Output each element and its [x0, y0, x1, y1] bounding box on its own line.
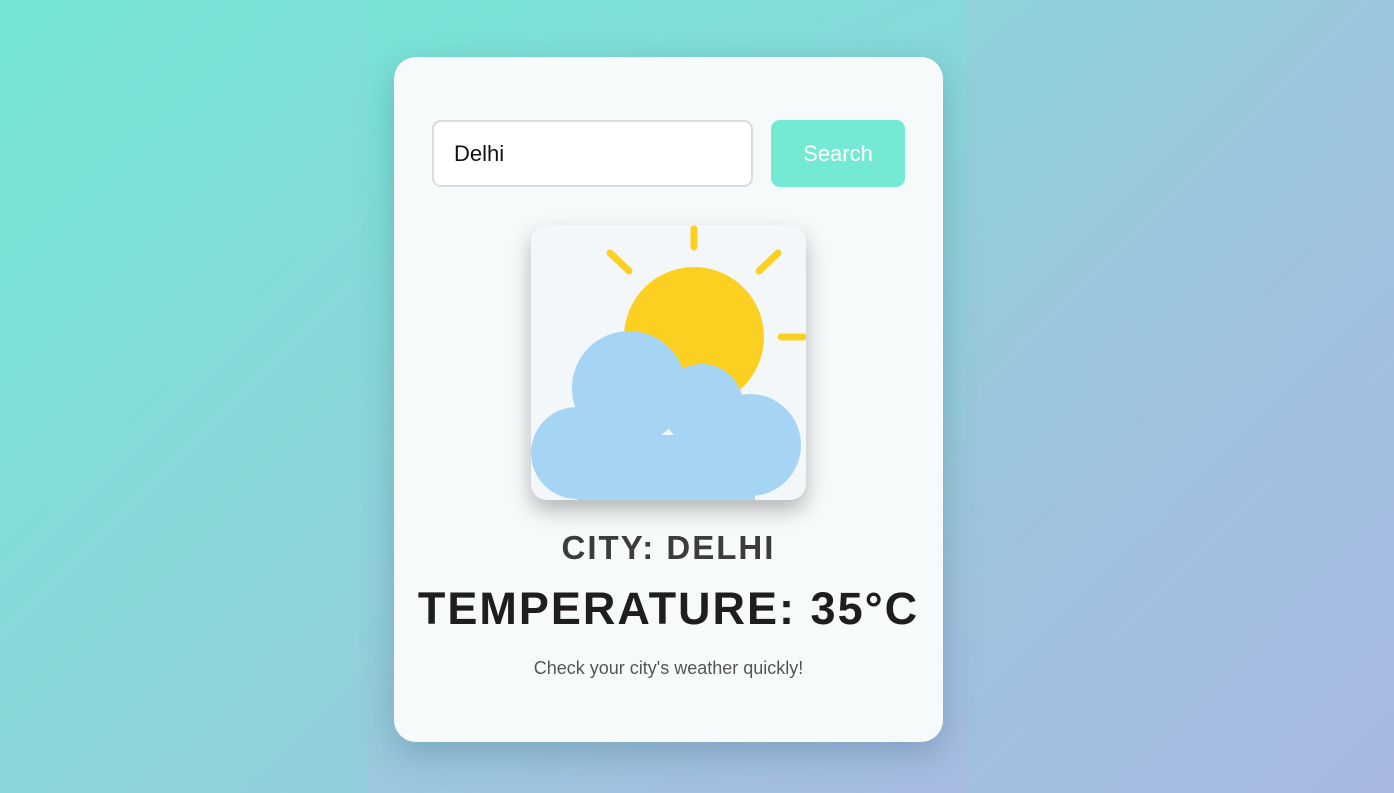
city-label: CITY: DELHI [561, 529, 776, 566]
city-search-input[interactable] [432, 120, 753, 187]
search-button[interactable]: Search [771, 120, 905, 187]
temperature-label: TEMPERATURE: 35°C [417, 583, 920, 634]
tagline-text: Check your city's weather quickly! [533, 658, 804, 678]
partly-cloudy-icon [531, 225, 806, 500]
weather-card: Search CITY: DELHI TEMPERATURE: 3 [394, 57, 943, 742]
